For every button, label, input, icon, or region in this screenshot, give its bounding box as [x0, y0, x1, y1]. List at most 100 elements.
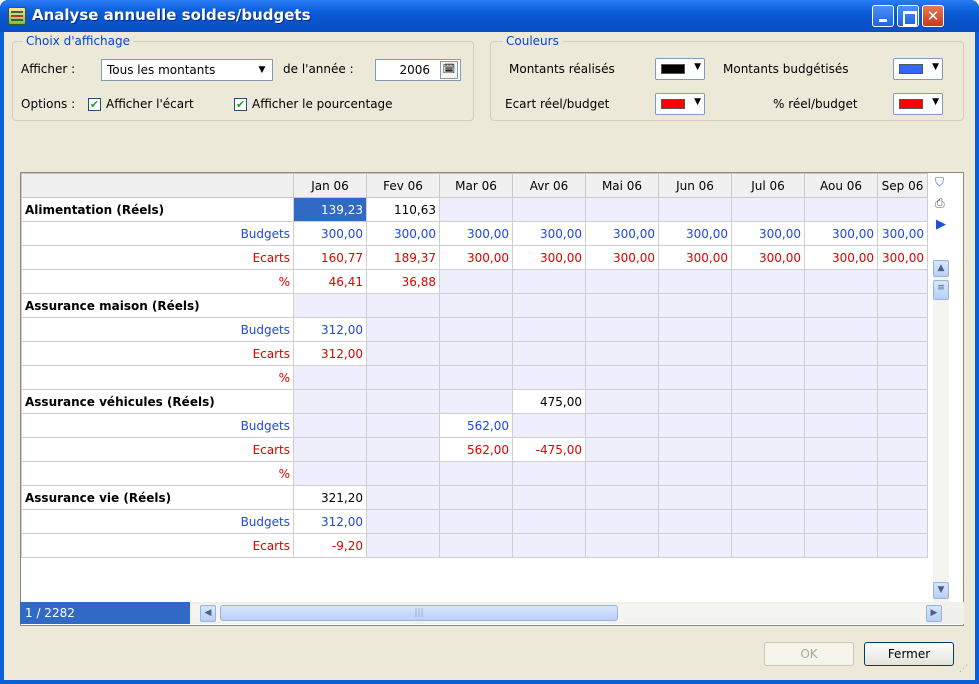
grid-cell[interactable]: [366, 509, 440, 534]
grid-cell[interactable]: [439, 533, 513, 558]
scroll-left-button[interactable]: ◀: [200, 605, 216, 622]
grid-cell[interactable]: [804, 485, 878, 510]
grid-cell[interactable]: [877, 365, 928, 390]
grid-cell[interactable]: [585, 437, 659, 462]
budgetises-color-picker[interactable]: ▼: [893, 58, 943, 80]
analysis-grid[interactable]: Jan 06 Fev 06 Mar 06 Avr 06 Mai 06 Jun 06 Jul …: [20, 172, 964, 626]
grid-cell[interactable]: [877, 461, 928, 486]
grid-cell[interactable]: [731, 197, 805, 222]
grid-cell[interactable]: [512, 485, 586, 510]
grid-cell[interactable]: [658, 461, 732, 486]
grid-cell[interactable]: [366, 341, 440, 366]
column-header[interactable]: Mai 06: [585, 173, 659, 198]
table-row[interactable]: %: [21, 461, 928, 486]
grid-cell[interactable]: [439, 485, 513, 510]
grid-cell[interactable]: [366, 413, 440, 438]
grid-cell[interactable]: [658, 509, 732, 534]
grid-cell[interactable]: [293, 293, 367, 318]
table-row[interactable]: %: [21, 365, 928, 390]
grid-cell[interactable]: [877, 485, 928, 510]
grid-cell[interactable]: [877, 341, 928, 366]
grid-cell[interactable]: 300,00: [585, 221, 659, 246]
scroll-down-button[interactable]: ▼: [933, 582, 949, 599]
grid-cell[interactable]: [585, 413, 659, 438]
grid-cell[interactable]: [439, 197, 513, 222]
grid-cell[interactable]: [731, 293, 805, 318]
grid-cell[interactable]: [877, 197, 928, 222]
grid-cell[interactable]: [804, 533, 878, 558]
grid-cell[interactable]: 562,00: [439, 437, 513, 462]
column-header[interactable]: Mar 06: [439, 173, 513, 198]
grid-cell[interactable]: [585, 485, 659, 510]
grid-cell[interactable]: [731, 317, 805, 342]
grid-cell[interactable]: [512, 269, 586, 294]
grid-cell[interactable]: 300,00: [658, 221, 732, 246]
grid-cell[interactable]: [658, 389, 732, 414]
grid-cell[interactable]: 160,77: [293, 245, 367, 270]
grid-cell[interactable]: [731, 341, 805, 366]
grid-cell[interactable]: [366, 293, 440, 318]
table-row[interactable]: Budgets 300,00 300,00 300,00 300,00 300,00 300…: [21, 221, 928, 246]
grid-cell[interactable]: [877, 437, 928, 462]
grid-cell[interactable]: [658, 365, 732, 390]
grid-cell[interactable]: [804, 365, 878, 390]
calendar-icon[interactable]: 🗓: [440, 61, 458, 79]
grid-cell[interactable]: [658, 437, 732, 462]
table-row[interactable]: Assurance vie (Réels) 321,20: [21, 485, 928, 510]
grid-cell[interactable]: [585, 341, 659, 366]
grid-cell[interactable]: [731, 437, 805, 462]
grid-cell[interactable]: [658, 269, 732, 294]
column-header[interactable]: Jan 06: [293, 173, 367, 198]
grid-cell[interactable]: 475,00: [512, 389, 586, 414]
grid-cell[interactable]: [877, 533, 928, 558]
grid-cell[interactable]: [804, 437, 878, 462]
grid-cell[interactable]: [804, 413, 878, 438]
grid-cell[interactable]: 300,00: [366, 221, 440, 246]
grid-cell[interactable]: [293, 389, 367, 414]
grid-cell[interactable]: [804, 509, 878, 534]
grid-cell[interactable]: [731, 533, 805, 558]
grid-cell[interactable]: [877, 317, 928, 342]
table-row[interactable]: Assurance véhicules (Réels) 475,00: [21, 389, 928, 414]
table-row[interactable]: Budgets 312,00: [21, 317, 928, 342]
grid-cell[interactable]: [877, 509, 928, 534]
grid-cell[interactable]: [731, 413, 805, 438]
grid-cell[interactable]: 300,00: [804, 245, 878, 270]
grid-cell[interactable]: [731, 461, 805, 486]
grid-cell[interactable]: [366, 461, 440, 486]
grid-cell[interactable]: [439, 341, 513, 366]
table-row[interactable]: Ecarts 562,00 -475,00: [21, 437, 928, 462]
grid-cell[interactable]: [366, 485, 440, 510]
column-header[interactable]: Avr 06: [512, 173, 586, 198]
grid-cell[interactable]: [293, 413, 367, 438]
grid-cell[interactable]: [658, 485, 732, 510]
grid-cell[interactable]: [658, 293, 732, 318]
grid-cell[interactable]: [585, 317, 659, 342]
grid-cell[interactable]: [877, 293, 928, 318]
grid-cell[interactable]: 321,20: [293, 485, 367, 510]
grid-cell[interactable]: 110,63: [366, 197, 440, 222]
scroll-right-button[interactable]: ▶: [926, 605, 942, 622]
annee-field[interactable]: 2006 🗓: [375, 59, 461, 81]
table-row[interactable]: Alimentation (Réels) 139,23 110,63: [21, 197, 928, 222]
grid-cell[interactable]: [658, 341, 732, 366]
grid-cell[interactable]: 46,41: [293, 269, 367, 294]
grid-cell[interactable]: [804, 461, 878, 486]
grid-cell[interactable]: [658, 533, 732, 558]
filter-icon[interactable]: ⛉: [935, 175, 951, 193]
grid-cell[interactable]: -475,00: [512, 437, 586, 462]
grid-cell[interactable]: [585, 389, 659, 414]
grid-cell[interactable]: [366, 533, 440, 558]
grid-cell[interactable]: [512, 509, 586, 534]
grid-cell[interactable]: [877, 413, 928, 438]
grid-cell[interactable]: 189,37: [366, 245, 440, 270]
play-icon[interactable]: ▶: [936, 217, 952, 235]
ecart-checkbox-label[interactable]: Afficher l'écart: [106, 97, 194, 111]
grid-cell[interactable]: [293, 365, 367, 390]
grid-cell[interactable]: [731, 485, 805, 510]
ok-button[interactable]: OK: [764, 642, 854, 666]
grid-cell[interactable]: 300,00: [877, 245, 928, 270]
grid-cell[interactable]: [804, 293, 878, 318]
grid-cell[interactable]: -9,20: [293, 533, 367, 558]
grid-cell[interactable]: [293, 461, 367, 486]
